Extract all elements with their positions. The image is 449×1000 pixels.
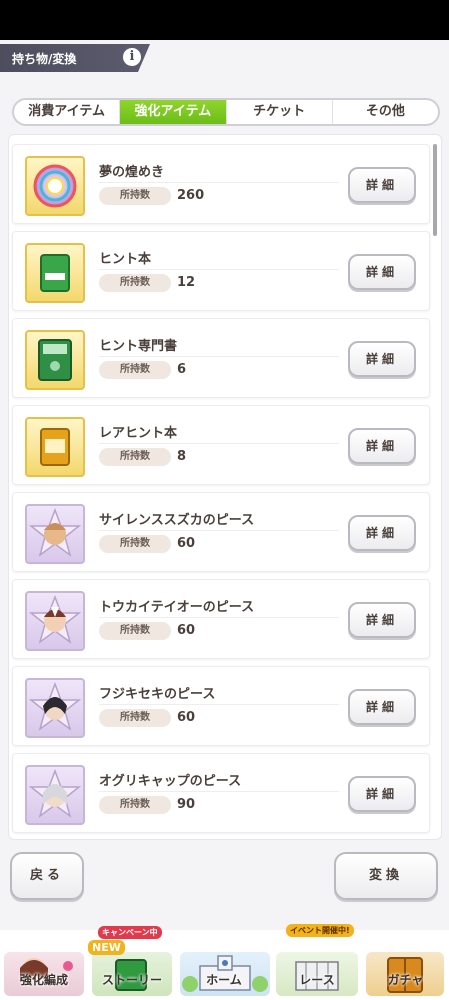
divider [99,182,339,183]
convert-button[interactable]: 変換 [334,852,438,900]
nav-label: 強化編成 [19,973,68,987]
qty-value: 8 [177,449,187,464]
character-piece-icon [25,678,85,738]
nav-label: ガチャ [387,973,424,987]
page-title: 持ち物/変換 [12,52,77,66]
qty-label: 所持数 [99,622,171,640]
detail-button[interactable]: 詳細 [348,254,416,290]
info-icon[interactable]: i [121,46,143,68]
qty-label: 所持数 [99,448,171,466]
green-book-icon [25,243,85,303]
detail-button[interactable]: 詳細 [348,689,416,725]
rainbow-orb-icon [25,156,85,216]
detail-button[interactable]: 詳細 [348,428,416,464]
nav-gacha[interactable]: ガチャ [362,930,449,1000]
qty-value: 12 [177,275,196,290]
divider [99,791,339,792]
nav-label: ストーリー [101,973,162,987]
qty-value: 260 [177,188,205,203]
nav-label: ホーム [206,973,242,987]
qty-label: 所持数 [99,535,171,553]
item-name: フジキセキのピース [99,687,216,702]
tab-tickets[interactable]: チケット [227,100,333,124]
gold-book-icon [25,417,85,477]
detail-button[interactable]: 詳細 [348,515,416,551]
divider [99,617,339,618]
qty-label: 所持数 [99,274,171,292]
nav-race[interactable]: イベント開催中! レース [272,924,362,1000]
campaign-badge: キャンペーン中 [98,926,162,939]
list-item: トウカイテイオーのピース 所持数 60 詳細 [12,579,430,659]
status-bar [0,0,449,40]
character-piece-icon [25,504,85,564]
event-badge: イベント開催中! [286,924,354,937]
new-badge: NEW [88,940,125,955]
qty-label: 所持数 [99,361,171,379]
item-category-tabs: 消費アイテム 強化アイテム チケット その他 [12,98,440,126]
nav-story[interactable]: キャンペーン中 NEW ストーリー [88,926,176,1000]
nav-home[interactable]: ホーム [176,930,272,1000]
character-piece-icon [25,765,85,825]
item-name: 夢の煌めき [99,165,165,180]
detail-button[interactable]: 詳細 [348,776,416,812]
tab-consumables[interactable]: 消費アイテム [14,100,121,124]
green-tome-icon [25,330,85,390]
divider [99,356,339,357]
divider [99,530,339,531]
item-name: オグリキャップのピース [99,774,242,789]
divider [99,269,339,270]
list-item: レアヒント本 所持数 8 詳細 [12,405,430,485]
list-item: オグリキャップのピース 所持数 90 詳細 [12,753,430,833]
qty-label: 所持数 [99,796,171,814]
detail-button[interactable]: 詳細 [348,341,416,377]
item-name: ヒント本 [99,252,152,267]
list-item: 夢の煌めき 所持数 260 詳細 [12,144,430,224]
nav-enhance-formation[interactable]: 強化編成 [0,930,88,1000]
item-name: ヒント専門書 [99,339,178,354]
detail-button[interactable]: 詳細 [348,602,416,638]
qty-value: 90 [177,797,196,812]
list-item: フジキセキのピース 所持数 60 詳細 [12,666,430,746]
qty-value: 60 [177,536,196,551]
divider [99,704,339,705]
list-scrollbar[interactable] [433,144,437,236]
qty-label: 所持数 [99,709,171,727]
back-button[interactable]: 戻る [10,852,84,900]
qty-value: 60 [177,710,196,725]
tab-enhancement-items[interactable]: 強化アイテム [120,100,227,124]
list-item: サイレンススズカのピース 所持数 60 詳細 [12,492,430,572]
tab-others[interactable]: その他 [333,100,438,124]
qty-value: 60 [177,623,196,638]
list-item: ヒント本 所持数 12 詳細 [12,231,430,311]
item-name: サイレンススズカのピース [99,513,255,528]
item-name: トウカイテイオーのピース [99,600,255,615]
qty-value: 6 [177,362,187,377]
nav-label: レース [299,973,335,987]
detail-button[interactable]: 詳細 [348,167,416,203]
character-piece-icon [25,591,85,651]
item-name: レアヒント本 [99,426,178,441]
divider [99,443,339,444]
list-item: ヒント専門書 所持数 6 詳細 [12,318,430,398]
qty-label: 所持数 [99,187,171,205]
